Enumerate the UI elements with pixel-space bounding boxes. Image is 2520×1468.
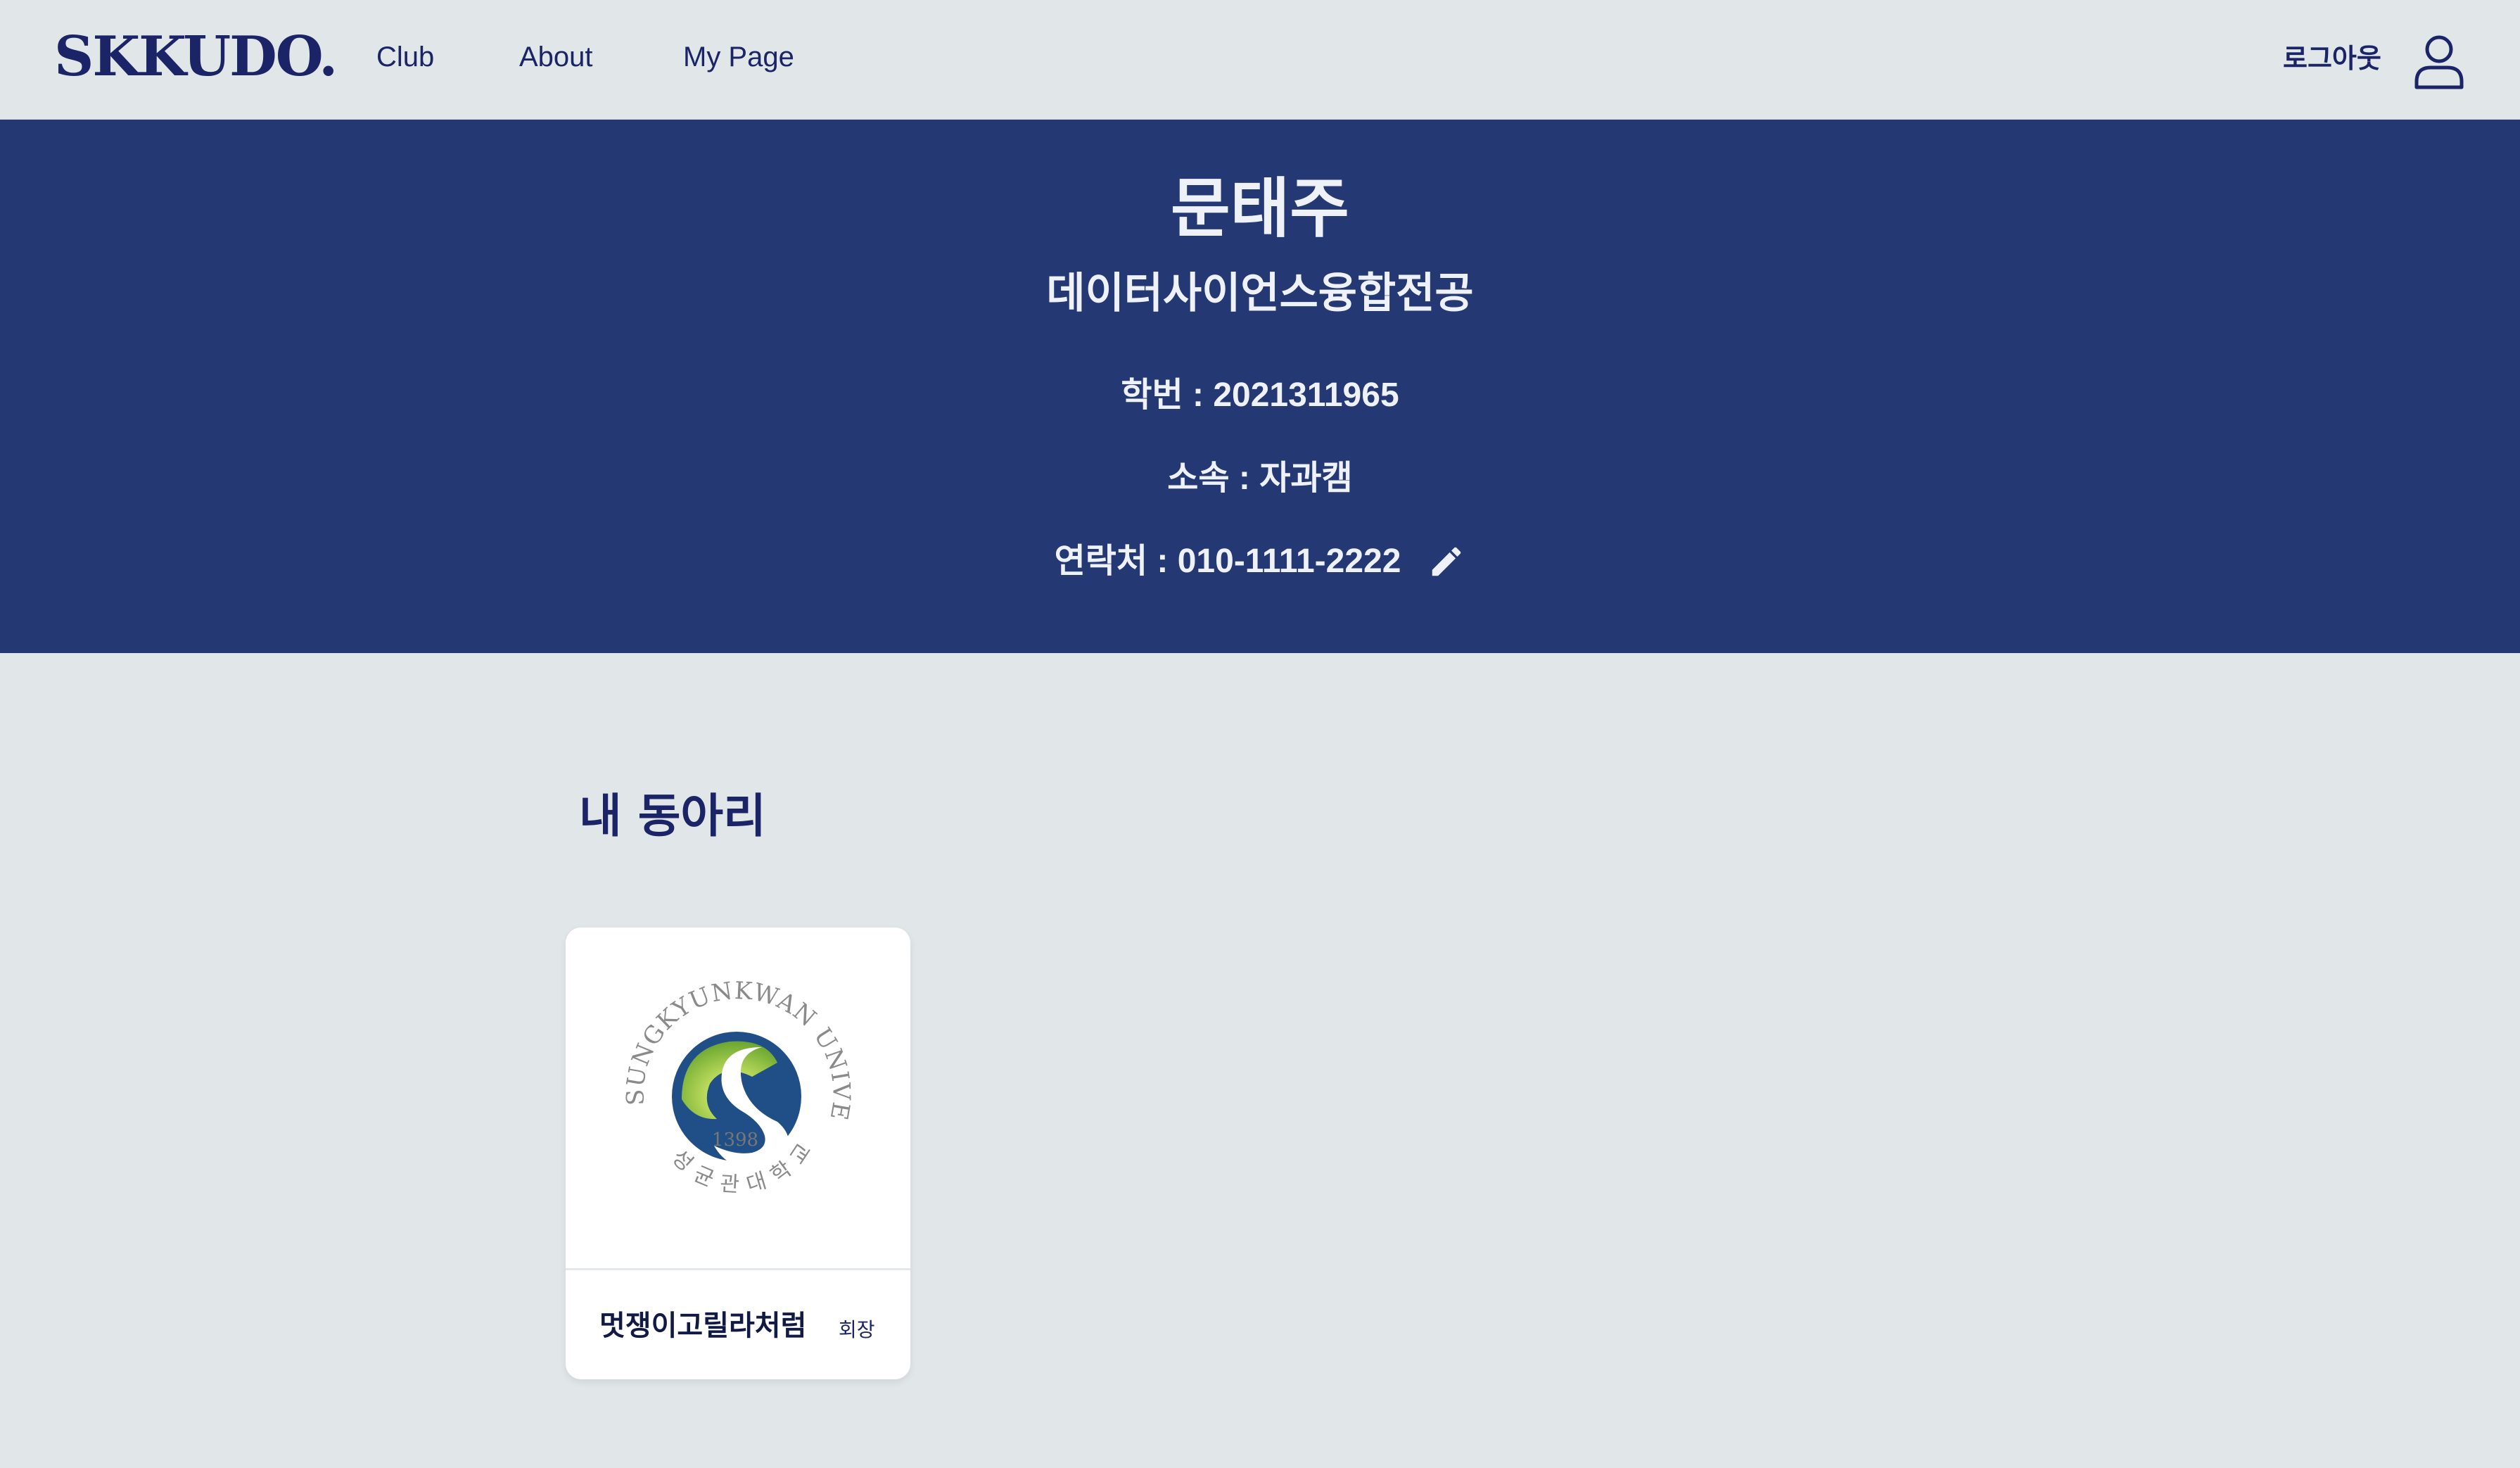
top-navbar: SKKUDO. Club About My Page 로그아웃 <box>0 0 2520 120</box>
club-name: 멋쟁이고릴라처럼 <box>599 1310 807 1342</box>
nav-mypage-link[interactable]: My Page <box>683 39 794 75</box>
logout-button[interactable]: 로그아웃 <box>2283 41 2381 76</box>
profile-name: 문태주 <box>1171 171 1349 246</box>
logo[interactable]: SKKUDO. <box>54 25 338 89</box>
seal-year: 1398 <box>712 1130 758 1151</box>
profile-contact: 연락처 : 010-1111-2222 <box>1054 543 1401 580</box>
pencil-icon[interactable] <box>1427 543 1465 581</box>
my-clubs-title: 내 동아리 <box>579 789 766 843</box>
card-divider <box>566 1268 910 1270</box>
nav-about-link[interactable]: About <box>519 39 593 75</box>
club-role-badge: 회장 <box>839 1318 875 1341</box>
club-card[interactable]: SUNGKYUNKWAN UNIVERSITY 성균관대학교 1398 멋쟁이고… <box>566 928 910 1379</box>
nav-club-link[interactable]: Club <box>376 39 434 75</box>
profile-student-id: 학번 : 2021311965 <box>1121 377 1399 414</box>
club-logo-area: SUNGKYUNKWAN UNIVERSITY 성균관대학교 1398 <box>566 928 910 1268</box>
user-icon[interactable] <box>2413 34 2465 90</box>
profile-contact-row: 연락처 : 010-1111-2222 <box>0 539 2520 584</box>
profile-banner: 문태주 데이터사이언스융합전공 학번 : 2021311965 소속 : 자과캠… <box>0 120 2520 653</box>
profile-major: 데이터사이언스융합전공 <box>1046 269 1474 318</box>
profile-campus: 소속 : 자과캠 <box>1167 460 1353 497</box>
university-seal-image: SUNGKYUNKWAN UNIVERSITY 성균관대학교 1398 <box>611 971 855 1198</box>
